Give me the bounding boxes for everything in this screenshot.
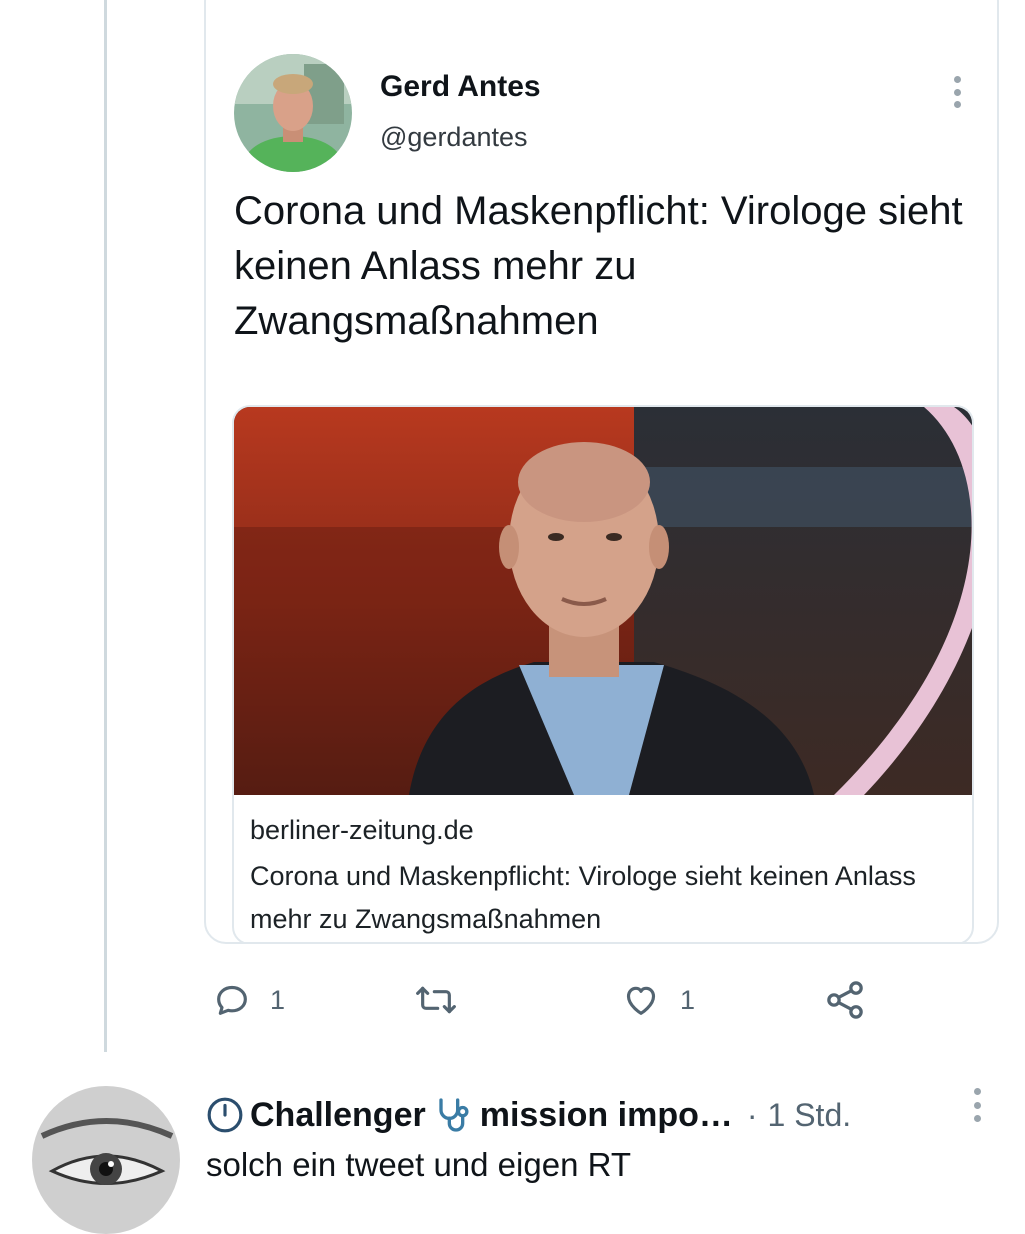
like-button[interactable]: 1 [620,975,695,1025]
reply-author-name[interactable]: Challenger [250,1096,426,1135]
clock-icon [206,1096,244,1134]
tweet-action-bar: 1 1 [0,975,1025,1025]
author-name[interactable]: Gerd Antes [380,70,541,104]
reply-icon [212,980,252,1020]
reply-author-name-suffix[interactable]: mission impo… [480,1096,733,1135]
share-icon [822,978,868,1022]
reply-text: solch ein tweet und eigen RT [206,1146,631,1183]
retweet-icon [412,980,460,1020]
article-title: Corona und Maskenpflicht: Virologe sieht… [250,861,916,934]
author-avatar[interactable] [234,54,352,172]
reply-tweet[interactable]: Challenger mission impo… · 1 Std. solch … [0,1080,1025,1234]
share-button[interactable] [822,975,868,1025]
article-domain: berliner-zeitung.de [250,815,474,845]
more-vertical-icon[interactable] [970,1088,984,1122]
reply-header: Challenger mission impo… · 1 Std. [206,1094,851,1136]
reply-button[interactable]: 1 [212,975,285,1025]
stethoscope-icon [434,1095,478,1135]
tweet-headline: Corona und Maskenpflicht: Virologe sieht… [234,189,963,343]
retweet-button[interactable] [412,975,460,1025]
reply-timestamp[interactable]: 1 Std. [768,1097,852,1134]
quoted-tweet-card[interactable]: Gerd Antes @gerdantes Corona und Maskenp… [204,0,999,944]
author-handle[interactable]: @gerdantes [380,122,528,153]
article-image [234,407,972,795]
thread-connector-line [104,0,107,1052]
reply-count: 1 [270,984,286,1015]
header-separator: · [746,1096,758,1133]
reply-author-avatar[interactable] [32,1086,180,1234]
link-preview-card[interactable]: berliner-zeitung.de Corona und Maskenpfl… [232,405,974,942]
more-vertical-icon[interactable] [942,74,972,110]
heart-icon [620,980,662,1020]
like-count: 1 [680,984,696,1015]
